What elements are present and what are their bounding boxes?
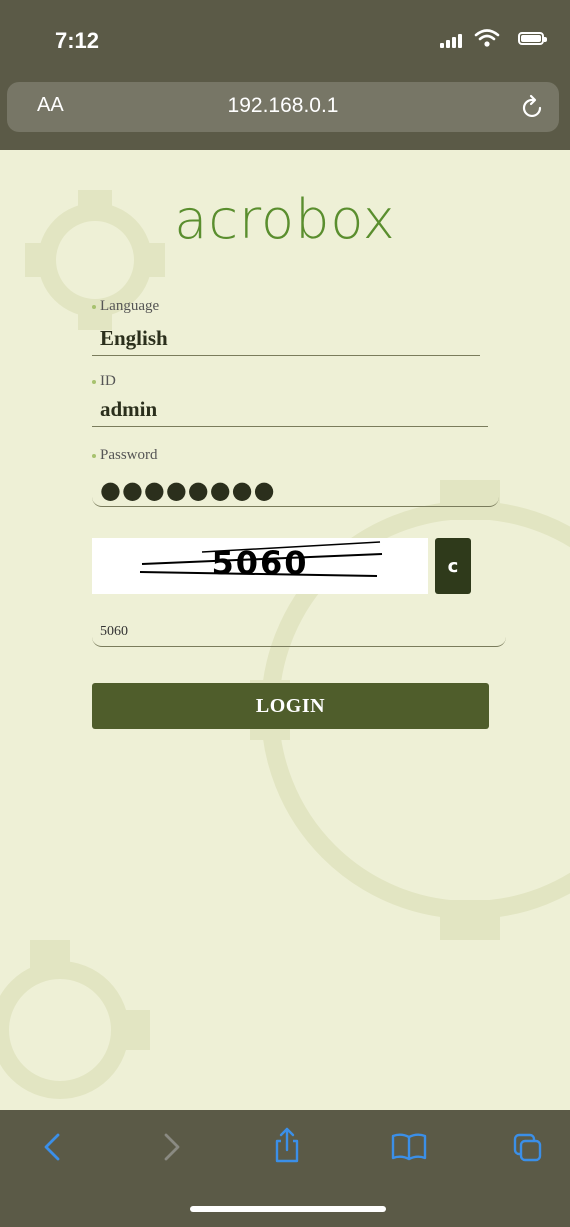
captcha-image: 5060 [92,538,428,594]
browser-top-chrome: 7:12 AA 192.168.0.1 [0,0,570,150]
battery-icon [518,32,547,45]
language-underline [92,355,480,356]
bullet-icon [92,453,96,458]
id-label: ID [92,373,116,390]
language-label: Language [92,298,159,315]
login-button[interactable]: LOGIN [92,683,489,729]
captcha-input-value: 5060 [100,624,128,639]
id-label-text: ID [100,373,116,389]
password-label-text: Password [100,447,158,463]
bullet-icon [92,304,96,309]
id-input[interactable]: admin [100,397,157,422]
language-select[interactable]: English [100,326,168,351]
captcha-refresh-button[interactable]: c [435,538,471,594]
cellular-signal-icon [440,32,462,48]
bullet-icon [92,379,96,384]
status-time: 7:12 [55,28,100,53]
status-icons [440,28,550,52]
back-icon[interactable] [40,1132,64,1162]
captcha-text: 5060 [211,544,309,582]
address-bar[interactable]: AA 192.168.0.1 [7,82,559,132]
tabs-icon[interactable] [512,1132,544,1164]
url-text[interactable]: 192.168.0.1 [7,94,559,118]
password-label: Password [92,447,158,464]
id-underline [92,426,488,427]
share-icon[interactable] [272,1126,302,1164]
wifi-icon [474,29,500,47]
language-label-text: Language [100,298,160,314]
acrobox-logo: acrobox [174,188,396,251]
home-indicator[interactable] [190,1206,386,1212]
password-mask: ●●●●●●●● [100,476,276,504]
forward-icon[interactable] [160,1132,184,1162]
captcha-input[interactable] [92,614,506,647]
bookmarks-icon[interactable] [390,1132,428,1162]
reload-icon[interactable] [521,94,545,120]
